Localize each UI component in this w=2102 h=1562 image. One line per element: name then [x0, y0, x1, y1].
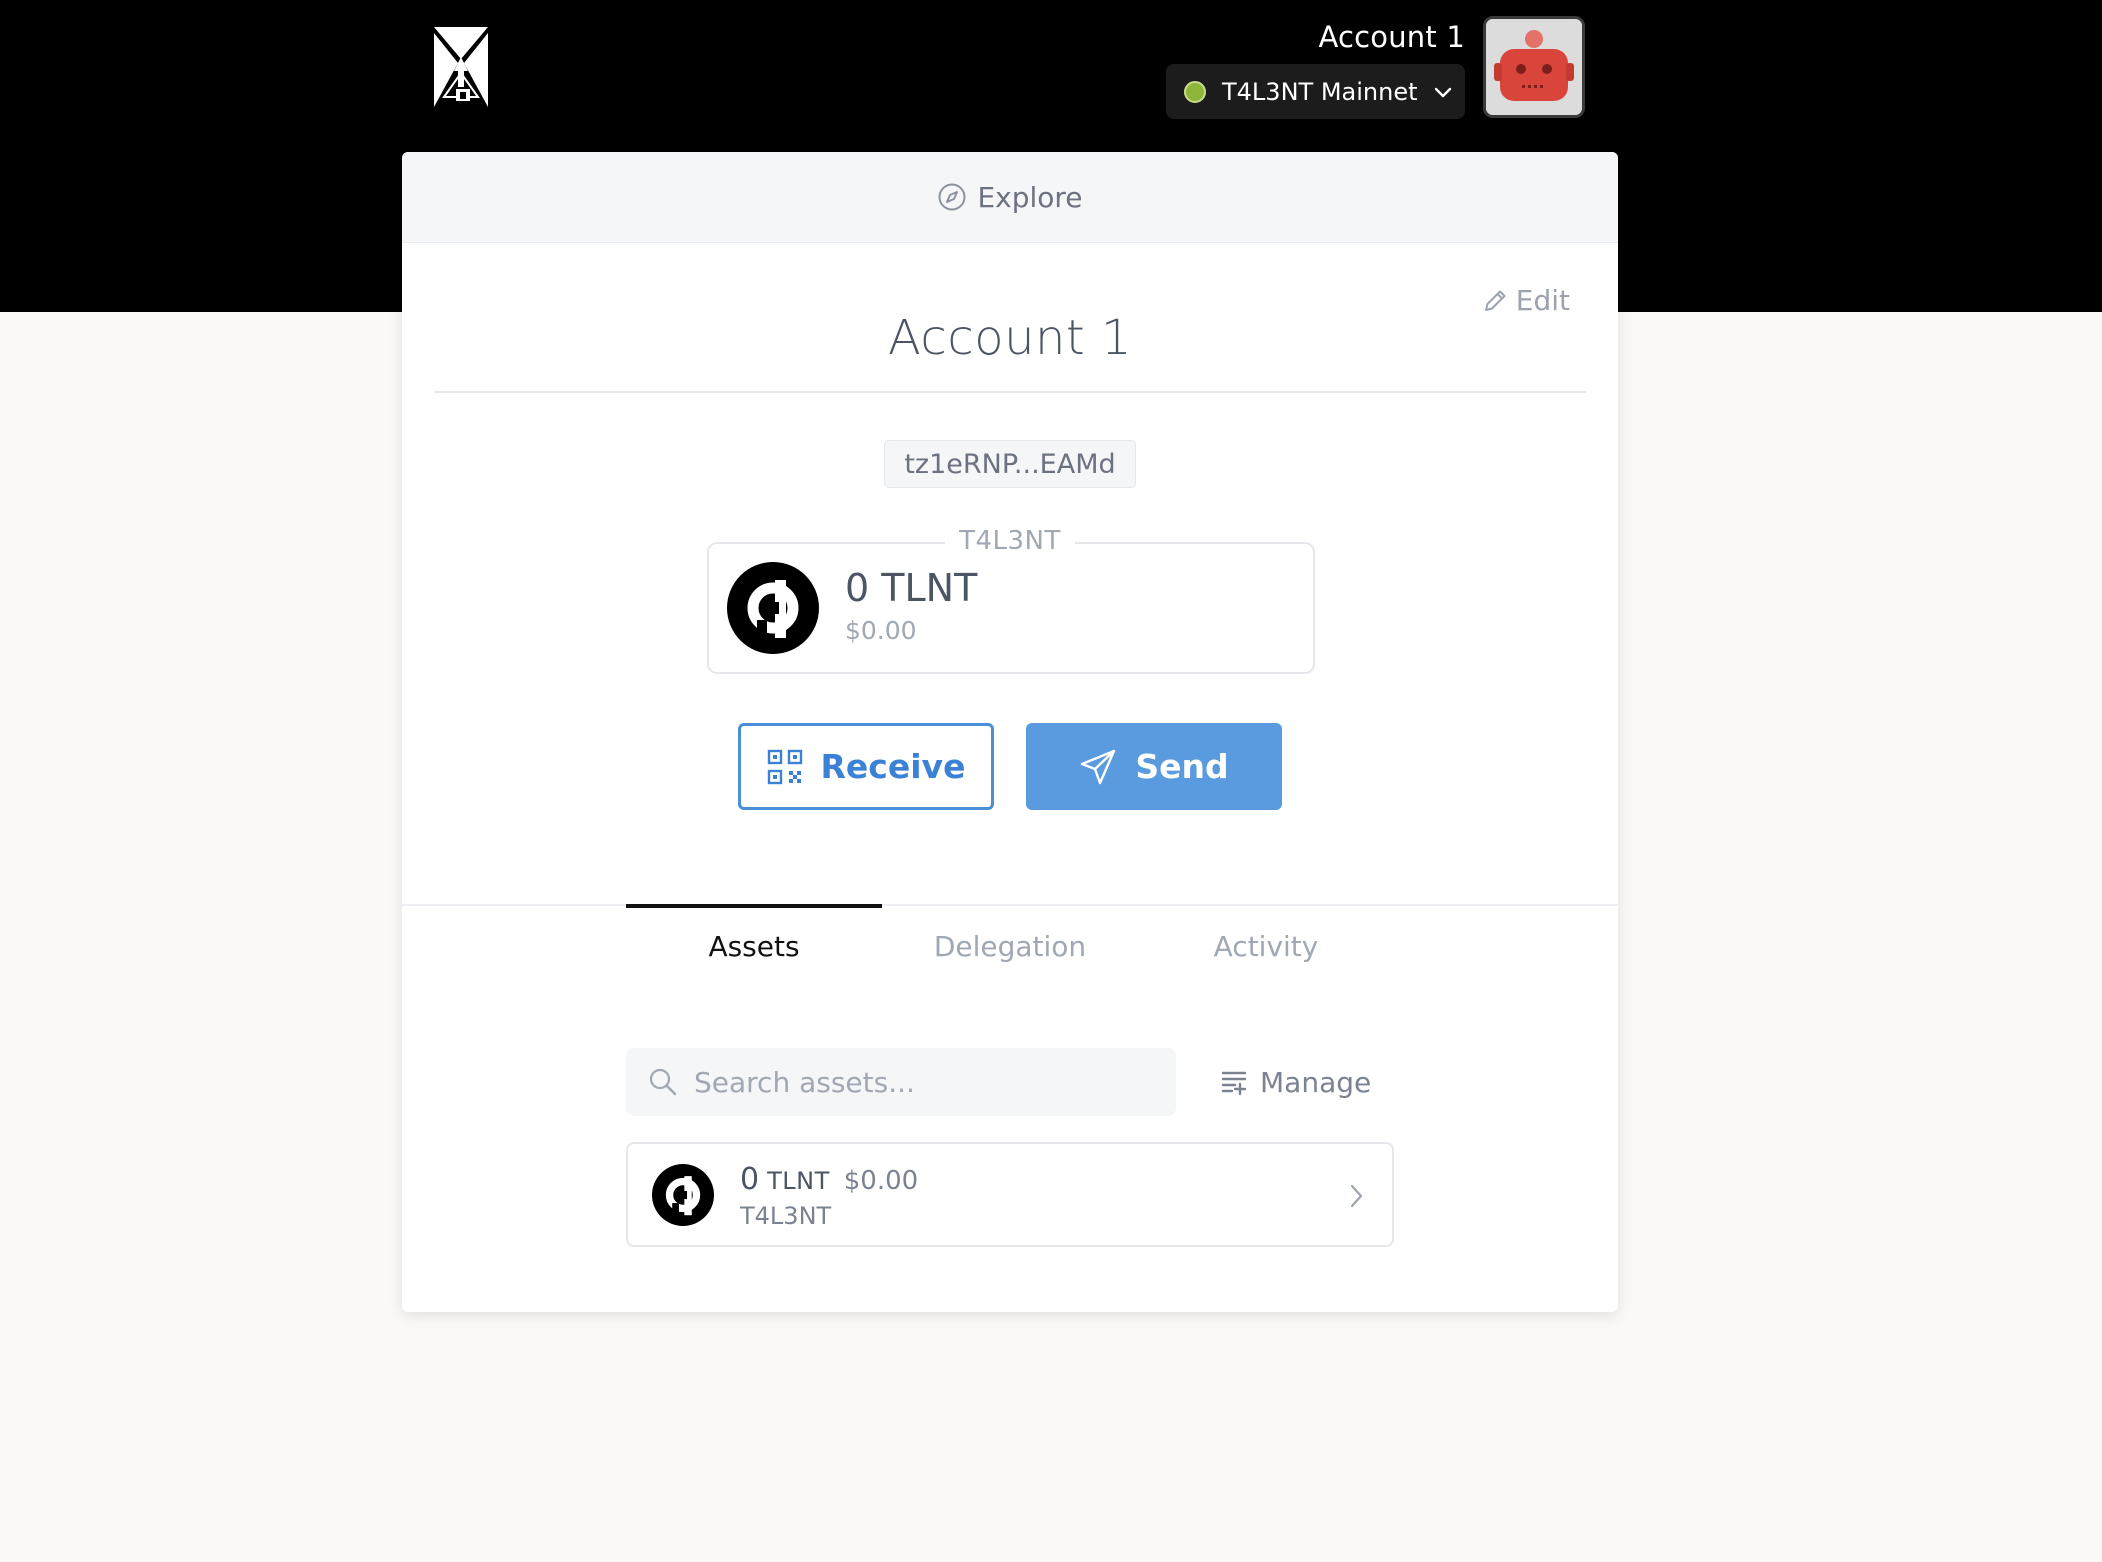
account-tabs: Assets Delegation Activity — [626, 904, 1394, 990]
send-label: Send — [1135, 747, 1229, 786]
manage-label: Manage — [1260, 1065, 1372, 1099]
asset-row[interactable]: 0 TLNT $0.00 T4L3NT — [626, 1142, 1394, 1247]
account-title: Account 1 — [887, 310, 1133, 366]
account-card: Explore Edit Account 1 tz1eRNP...EAMd 0 … — [402, 152, 1618, 1312]
chevron-down-icon — [1434, 87, 1451, 97]
address-chip[interactable]: tz1eRNP...EAMd — [884, 440, 1136, 488]
tlnt-token-icon — [652, 1164, 714, 1226]
balance-amount: 0 TLNT — [845, 566, 977, 610]
paper-plane-icon — [1081, 749, 1116, 784]
asset-symbol: TLNT — [767, 1167, 830, 1195]
chevron-right-icon — [1350, 1184, 1363, 1208]
tab-assets[interactable]: Assets — [626, 904, 882, 990]
search-assets-input[interactable] — [692, 1064, 1156, 1100]
balance-fiat: $0.00 — [845, 616, 917, 645]
balance-symbol: TLNT — [881, 566, 978, 610]
divider — [434, 391, 1586, 393]
send-button[interactable]: Send — [1026, 723, 1282, 810]
asset-name: T4L3NT — [740, 1202, 832, 1230]
app-logo-icon[interactable] — [434, 27, 488, 107]
asset-value: 0 — [740, 1162, 760, 1197]
qr-code-icon — [767, 749, 802, 784]
receive-label: Receive — [820, 747, 966, 786]
balance-value: 0 — [845, 566, 870, 610]
list-settings-icon — [1221, 1071, 1247, 1096]
search-assets-box — [626, 1048, 1176, 1116]
header-account-name: Account 1 — [1318, 20, 1465, 54]
robot-avatar-icon — [1486, 19, 1582, 115]
compass-icon — [938, 183, 966, 211]
manage-assets-button[interactable]: Manage — [1220, 1048, 1371, 1116]
tlnt-token-icon — [727, 562, 819, 654]
receive-button[interactable]: Receive — [738, 723, 994, 810]
network-selector[interactable]: T4L3NT Mainnet — [1166, 64, 1465, 119]
explore-label: Explore — [977, 180, 1083, 214]
asset-fiat: $0.00 — [843, 1166, 919, 1196]
account-avatar[interactable] — [1483, 16, 1585, 118]
explore-link[interactable]: Explore — [402, 152, 1618, 243]
asset-amount: 0 TLNT $0.00 — [740, 1162, 918, 1197]
search-icon — [649, 1068, 677, 1096]
network-status-dot — [1184, 80, 1206, 103]
network-label: T4L3NT Mainnet — [1222, 77, 1418, 106]
tab-delegation[interactable]: Delegation — [882, 904, 1138, 990]
tab-activity[interactable]: Activity — [1138, 904, 1394, 990]
balance-box: 0 TLNT $0.00 — [707, 542, 1315, 674]
